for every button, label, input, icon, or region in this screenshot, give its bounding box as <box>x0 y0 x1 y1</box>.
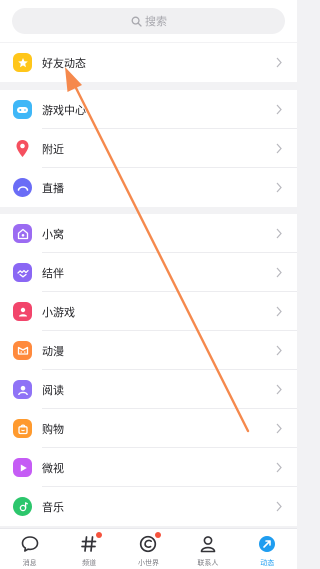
tab-label: 动态 <box>260 559 275 567</box>
tab-messages[interactable]: 消息 <box>0 529 59 569</box>
chevron-right-icon <box>276 462 282 473</box>
row-label: 结伴 <box>42 266 64 280</box>
row-reading[interactable]: 阅读 <box>0 370 297 409</box>
row-home[interactable]: 小窝 <box>0 214 297 253</box>
hashtag-icon <box>78 532 103 555</box>
anime-icon <box>13 341 32 360</box>
mini-game-icon <box>13 302 32 321</box>
chevron-right-icon <box>276 423 282 434</box>
row-label: 动漫 <box>42 344 64 358</box>
row-label: 音乐 <box>42 500 64 514</box>
bottom-tab-bar: 消息 频道 小世界 联系人 动态 <box>0 528 297 569</box>
tab-moments[interactable]: 动态 <box>238 529 297 569</box>
video-icon <box>13 458 32 477</box>
chevron-right-icon <box>276 143 282 154</box>
row-label: 阅读 <box>42 383 64 397</box>
chat-bubble-icon <box>19 533 41 555</box>
search-input[interactable]: 搜索 <box>12 8 285 34</box>
chevron-right-icon <box>276 228 282 239</box>
gamepad-icon <box>13 100 32 119</box>
tab-label: 小世界 <box>137 559 159 567</box>
row-shopping[interactable]: 购物 <box>0 409 297 448</box>
row-label: 游戏中心 <box>42 103 86 117</box>
row-game-center[interactable]: 游戏中心 <box>0 90 297 129</box>
home-icon <box>13 224 32 243</box>
chevron-right-icon <box>276 306 282 317</box>
chevron-right-icon <box>276 267 282 278</box>
shopping-icon <box>13 419 32 438</box>
notification-dot <box>96 532 103 538</box>
group-discover: 游戏中心 附近 直播 <box>0 90 297 207</box>
notification-dot <box>155 532 162 538</box>
location-pin-icon <box>13 139 32 158</box>
group-friends: 好友动态 <box>0 43 297 82</box>
chevron-right-icon <box>276 501 282 512</box>
search-bar: 搜索 <box>0 0 297 42</box>
reading-icon <box>13 380 32 399</box>
row-label: 小窝 <box>42 227 64 241</box>
row-label: 微视 <box>42 461 64 475</box>
tab-mini-world[interactable]: 小世界 <box>119 529 178 569</box>
row-label: 好友动态 <box>42 56 86 70</box>
chevron-right-icon <box>276 57 282 68</box>
group-services: 小窝 结伴 小游戏 动漫 阅读 购物 微视 音乐 <box>0 214 297 526</box>
row-music[interactable]: 音乐 <box>0 487 297 526</box>
row-live[interactable]: 直播 <box>0 168 297 207</box>
live-icon <box>13 178 32 197</box>
chevron-right-icon <box>276 345 282 356</box>
row-friend-moments[interactable]: 好友动态 <box>0 43 297 82</box>
row-nearby[interactable]: 附近 <box>0 129 297 168</box>
row-label: 直播 <box>42 181 64 195</box>
tab-label: 消息 <box>22 559 37 567</box>
contacts-icon <box>197 533 219 555</box>
row-label: 购物 <box>42 422 64 436</box>
chevron-right-icon <box>276 104 282 115</box>
row-label: 小游戏 <box>42 305 75 319</box>
tab-label: 频道 <box>82 559 97 567</box>
row-mini-game[interactable]: 小游戏 <box>0 292 297 331</box>
star-icon <box>13 53 32 72</box>
row-anime[interactable]: 动漫 <box>0 331 297 370</box>
tab-label: 联系人 <box>197 559 219 567</box>
chevron-right-icon <box>276 182 282 193</box>
row-weishi[interactable]: 微视 <box>0 448 297 487</box>
row-partner[interactable]: 结伴 <box>0 253 297 292</box>
search-icon <box>130 15 142 27</box>
world-icon <box>137 532 162 555</box>
moments-icon <box>256 533 278 555</box>
tab-contacts[interactable]: 联系人 <box>178 529 237 569</box>
partner-icon <box>13 263 32 282</box>
chevron-right-icon <box>276 384 282 395</box>
tab-channels[interactable]: 频道 <box>59 529 118 569</box>
search-placeholder: 搜索 <box>145 15 167 28</box>
music-icon <box>13 497 32 516</box>
row-label: 附近 <box>42 142 64 156</box>
